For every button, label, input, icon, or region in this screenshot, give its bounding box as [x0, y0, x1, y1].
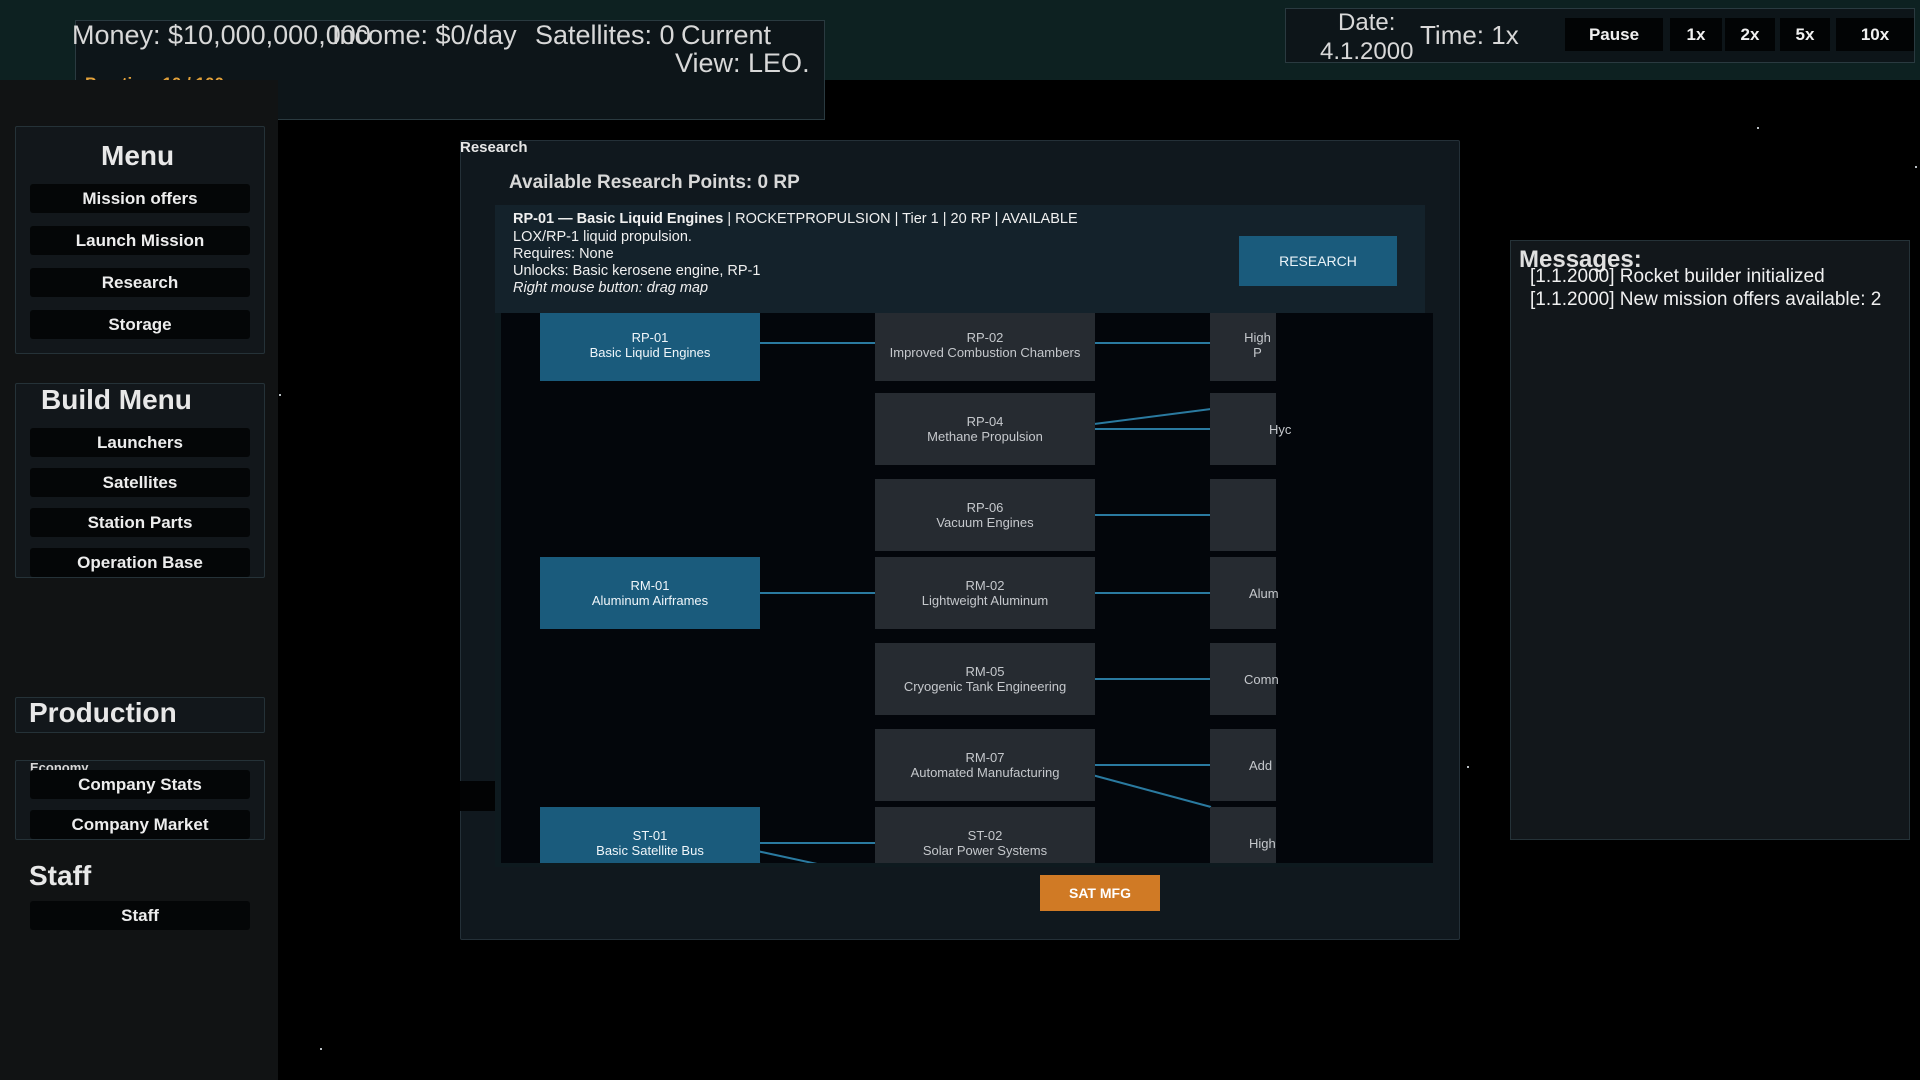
star-dot [320, 1048, 322, 1050]
tech-node-partial[interactable]: High P [1210, 313, 1276, 381]
tech-node-partial[interactable]: High [1210, 807, 1276, 863]
tech-node-rm-01[interactable]: RM-01 Aluminum Airframes [540, 557, 760, 629]
detail-unlocks: Unlocks: Basic kerosene engine, RP-1 [513, 263, 761, 279]
node-name: Cryogenic Tank Engineering [903, 679, 1067, 694]
speed-5x-button[interactable]: 5x [1780, 18, 1830, 51]
storage-button[interactable]: Storage [30, 310, 250, 339]
research-action-button[interactable]: RESEARCH [1239, 236, 1397, 286]
income-readout: Income: $0/day [332, 20, 517, 50]
time-speed-readout: Time: 1x [1420, 20, 1519, 50]
current-view-label: Current [681, 20, 772, 50]
date-value: 4.1.2000 [1320, 38, 1414, 65]
node-name: Hyc [1269, 421, 1292, 437]
mission-offers-button[interactable]: Mission offers [30, 184, 250, 213]
node-id: RP-01 [631, 330, 669, 345]
detail-meta: | ROCKETPROPULSION | Tier 1 | 20 RP | AV… [723, 211, 1078, 227]
operation-base-button[interactable]: Operation Base [30, 548, 250, 577]
research-button[interactable]: Research [30, 268, 250, 297]
message-line: [1.1.2000] Rocket builder initialized [1530, 266, 1825, 287]
launch-mission-button[interactable]: Launch Mission [30, 226, 250, 255]
research-window-title: Research [460, 139, 528, 156]
node-name: Basic Liquid Engines [589, 345, 711, 360]
speed-2x-button[interactable]: 2x [1725, 18, 1775, 51]
menu-title: Menu [101, 140, 175, 171]
build-menu-title: Build Menu [41, 384, 192, 415]
star-dot [1915, 166, 1917, 168]
node-name: Add [1249, 757, 1273, 773]
star-dot [1757, 127, 1759, 129]
node-name: Vacuum Engines [936, 515, 1034, 530]
node-name: High P [1244, 330, 1271, 360]
speed-1x-button[interactable]: 1x [1670, 18, 1722, 51]
node-id: RP-02 [966, 330, 1004, 345]
tech-node-rp-02[interactable]: RP-02 Improved Combustion Chambers [875, 313, 1095, 381]
tech-node-rp-04[interactable]: RP-04 Methane Propulsion [875, 393, 1095, 465]
tech-node-st-02[interactable]: ST-02 Solar Power Systems [875, 807, 1095, 863]
node-id: RM-02 [965, 578, 1005, 593]
node-name: Automated Manufacturing [910, 765, 1060, 780]
detail-header: RP-01 — Basic Liquid Engines | ROCKETPRO… [513, 211, 1078, 227]
available-research-points: Available Research Points: 0 RP [509, 172, 800, 193]
node-id: ST-01 [632, 828, 668, 843]
message-line: [1.1.2000] New mission offers available:… [1530, 289, 1882, 310]
speed-10x-button[interactable]: 10x [1836, 18, 1914, 51]
node-id: RP-06 [966, 500, 1004, 515]
map-scroll-handle[interactable] [460, 781, 495, 811]
tech-node-rp-06[interactable]: RP-06 Vacuum Engines [875, 479, 1095, 551]
detail-title: RP-01 — Basic Liquid Engines [513, 211, 724, 227]
satellites-button[interactable]: Satellites [30, 468, 250, 497]
date-label: Date: [1338, 9, 1396, 36]
tech-node-partial[interactable]: Add [1210, 729, 1276, 801]
detail-hint: Right mouse button: drag map [513, 280, 709, 296]
tech-node-partial[interactable]: Comn [1210, 643, 1279, 715]
sat-mfg-button[interactable]: SAT MFG [1040, 875, 1160, 911]
node-name: Comn [1244, 671, 1279, 687]
node-name: Solar Power Systems [922, 843, 1048, 858]
tech-node-partial[interactable] [1210, 479, 1276, 551]
date-readout: Date: 4.1.2000 [1320, 8, 1413, 66]
node-id: RM-07 [965, 750, 1005, 765]
tech-node-partial[interactable]: Hyc [1210, 393, 1291, 465]
production-title: Production [29, 697, 177, 728]
company-stats-button[interactable]: Company Stats [30, 770, 250, 799]
node-name: High [1249, 835, 1276, 851]
node-name: Basic Satellite Bus [596, 843, 704, 858]
node-id: RM-05 [965, 664, 1005, 679]
node-name: Methane Propulsion [927, 429, 1043, 444]
company-market-button[interactable]: Company Market [30, 810, 250, 839]
money-readout: Money: $10,000,000,000 [72, 20, 371, 50]
tech-node-st-01[interactable]: ST-01 Basic Satellite Bus [540, 807, 760, 863]
pause-button[interactable]: Pause [1565, 18, 1663, 51]
node-id: RM-01 [630, 578, 670, 593]
staff-title: Staff [29, 860, 92, 891]
station-parts-button[interactable]: Station Parts [30, 508, 250, 537]
node-name: Improved Combustion Chambers [889, 345, 1081, 360]
staff-button[interactable]: Staff [30, 901, 250, 930]
satellites-readout: Satellites: 0 [535, 20, 675, 50]
node-name: Aluminum Airframes [591, 593, 709, 608]
star-dot [279, 394, 281, 396]
tech-node-partial[interactable]: Alum [1210, 557, 1279, 629]
messages-panel [1510, 240, 1910, 840]
tech-node-rp-01[interactable]: RP-01 Basic Liquid Engines [540, 313, 760, 381]
node-name: Alum [1249, 585, 1279, 601]
tech-node-rm-02[interactable]: RM-02 Lightweight Aluminum [875, 557, 1095, 629]
star-dot [1467, 766, 1469, 768]
node-name: Lightweight Aluminum [921, 593, 1049, 608]
research-tree-map[interactable]: RP-01 Basic Liquid Engines RP-02 Improve… [495, 313, 1433, 867]
launchers-button[interactable]: Launchers [30, 428, 250, 457]
detail-description: LOX/RP-1 liquid propulsion. [513, 229, 692, 245]
current-view-value: View: LEO. [675, 48, 810, 78]
tech-node-rm-05[interactable]: RM-05 Cryogenic Tank Engineering [875, 643, 1095, 715]
detail-requires: Requires: None [513, 246, 614, 262]
node-id: RP-04 [966, 414, 1004, 429]
node-id: ST-02 [967, 828, 1003, 843]
tech-node-rm-07[interactable]: RM-07 Automated Manufacturing [875, 729, 1095, 801]
